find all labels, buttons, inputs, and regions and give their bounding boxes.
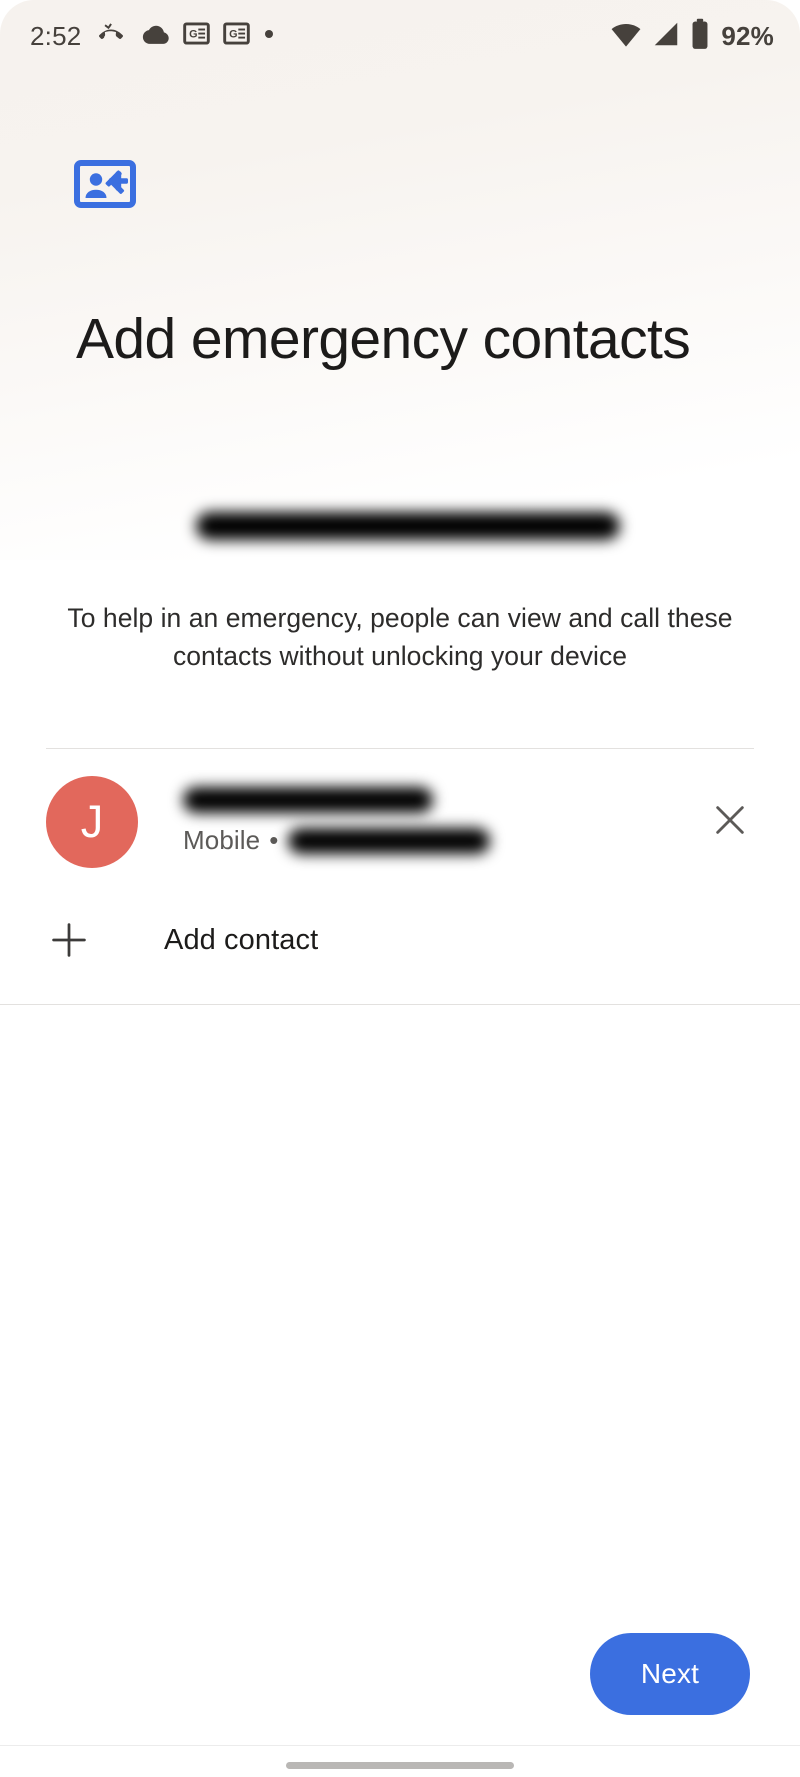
next-button[interactable]: Next (590, 1633, 750, 1715)
avatar: J (46, 776, 138, 868)
navigation-separator (0, 1745, 800, 1746)
dot-indicator-icon (263, 27, 275, 45)
status-bar: 2:52 G G 92% (0, 0, 800, 72)
add-contact-label: Add contact (164, 923, 319, 956)
missed-call-icon (96, 19, 126, 54)
contact-type-label: Mobile (183, 825, 261, 855)
contact-separator-dot: • (269, 825, 279, 855)
remove-contact-button[interactable] (700, 792, 760, 852)
screen-shell: 2:52 G G 92% Add emergency contacts To h… (0, 0, 800, 1777)
plus-icon (46, 917, 92, 963)
status-clock: 2:52 (30, 21, 82, 51)
emergency-contact-card-icon (74, 160, 136, 213)
contact-text-block: Mobile • (183, 779, 700, 865)
home-gesture-handle[interactable] (286, 1762, 514, 1769)
cellular-signal-icon (651, 19, 681, 54)
google-news-icon: G (183, 20, 211, 52)
cloud-icon (139, 18, 170, 54)
redacted-contact-name (183, 787, 433, 813)
table-row[interactable]: J Mobile • (0, 762, 800, 882)
svg-text:G: G (229, 29, 237, 41)
svg-text:G: G (189, 29, 197, 41)
page-description: To help in an emergency, people can view… (67, 602, 733, 672)
battery-icon (690, 18, 710, 55)
content-scroll-area (0, 1005, 800, 1677)
google-news-icon: G (223, 20, 251, 52)
wifi-icon (610, 18, 642, 55)
redacted-subtitle (196, 512, 620, 540)
battery-percent-label: 92% (721, 21, 774, 51)
add-contact-button[interactable]: Add contact (0, 892, 800, 988)
status-bar-right: 92% (610, 18, 774, 55)
page-title: Add emergency contacts (76, 307, 691, 372)
status-bar-left: 2:52 G G (30, 18, 275, 54)
close-icon (710, 800, 750, 845)
phone-screen: 2:52 G G 92% Add emergency contacts To h… (0, 0, 800, 1777)
header-gradient-region (0, 0, 800, 560)
contact-subtitle: Mobile • (183, 825, 491, 856)
scrollbar-track[interactable] (788, 1040, 796, 1620)
redacted-contact-number (288, 827, 491, 854)
divider-above-contacts (46, 748, 754, 749)
